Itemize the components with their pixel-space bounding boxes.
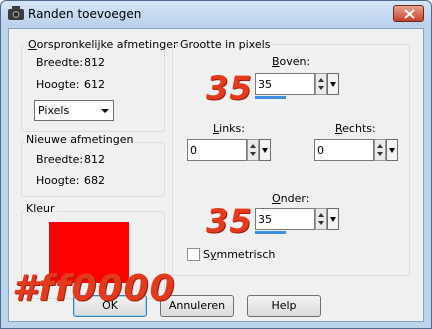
title-bar[interactable]: Randen toevoegen: [1, 1, 431, 27]
left-dropdown[interactable]: [259, 139, 271, 161]
bottom-slider-bar[interactable]: [255, 231, 286, 234]
original-width-label: Breedte:: [36, 56, 84, 69]
chevron-down-icon: [330, 217, 336, 222]
chevron-down-icon: [389, 148, 395, 153]
chevron-down-icon: [262, 148, 268, 153]
bottom-input[interactable]: 35: [255, 208, 315, 230]
top-slider-bar[interactable]: [255, 96, 286, 99]
window-title: Randen toevoegen: [28, 7, 142, 21]
close-button[interactable]: [393, 5, 424, 22]
bottom-dropdown[interactable]: [327, 208, 339, 230]
dialog-window: Randen toevoegen Oorspronkelijke afmetin…: [0, 0, 432, 329]
bottom-label: Onder:: [272, 192, 310, 205]
arrow-down-icon: [318, 221, 324, 225]
top-input-value: 35: [258, 78, 272, 91]
top-spinbox[interactable]: 35: [255, 73, 339, 99]
chevron-down-icon: [330, 82, 336, 87]
help-button[interactable]: Help: [247, 295, 321, 317]
top-label: Boven:: [272, 55, 311, 68]
new-width-label: Breedte:: [36, 153, 84, 166]
arrow-up-icon: [250, 144, 256, 148]
right-updown[interactable]: [374, 139, 386, 161]
new-size-title: Nieuwe afmetingen: [24, 133, 136, 146]
top-updown[interactable]: [315, 73, 327, 95]
arrow-down-icon: [250, 152, 256, 156]
right-dropdown[interactable]: [386, 139, 398, 161]
cancel-button-label: Annuleren: [168, 299, 226, 312]
right-input-value: 0: [317, 144, 324, 157]
original-height-value: 612: [84, 78, 105, 91]
arrow-down-icon: [318, 86, 324, 90]
symmetric-checkbox[interactable]: [187, 248, 200, 261]
bottom-updown[interactable]: [315, 208, 327, 230]
original-size-title-rest: orspronkelijke afmetingen: [36, 38, 180, 51]
camera-app-icon: [8, 6, 24, 20]
help-button-label: Help: [271, 299, 297, 312]
left-input-value: 0: [190, 144, 197, 157]
arrow-down-icon: [377, 152, 383, 156]
arrow-up-icon: [318, 213, 324, 217]
new-width-value: 812: [84, 153, 105, 166]
color-title: Kleur: [24, 202, 57, 215]
symmetric-label[interactable]: Symmetrisch: [203, 248, 275, 261]
left-label: Links:: [213, 122, 245, 135]
bottom-input-value: 35: [258, 213, 272, 226]
left-input[interactable]: 0: [187, 139, 247, 161]
original-height-label: Hoogte:: [36, 78, 80, 91]
top-annotation: 35: [206, 69, 253, 107]
close-x-icon: [404, 9, 415, 19]
bottom-spinbox[interactable]: 35: [255, 208, 339, 234]
original-width-value: 812: [84, 56, 105, 69]
right-input[interactable]: 0: [314, 139, 374, 161]
units-select-value: Pixels: [38, 104, 70, 117]
right-spinbox[interactable]: 0: [314, 139, 400, 161]
dialog-client-area: Oorspronkelijke afmetingen Breedte: 812 …: [8, 28, 424, 322]
right-label: Rechts:: [335, 122, 376, 135]
bottom-annotation: 35: [206, 202, 253, 240]
units-select[interactable]: Pixels: [34, 100, 114, 121]
original-size-title: Oorspronkelijke afmetingen: [26, 38, 182, 51]
new-height-value: 682: [84, 174, 105, 187]
arrow-up-icon: [318, 78, 324, 82]
border-size-title: Grootte in pixels: [178, 38, 273, 51]
arrow-up-icon: [377, 144, 383, 148]
top-input[interactable]: 35: [255, 73, 315, 95]
new-height-label: Hoogte:: [36, 174, 80, 187]
top-dropdown[interactable]: [327, 73, 339, 95]
left-spinbox[interactable]: 0: [187, 139, 273, 161]
new-size-group: [21, 142, 165, 197]
hex-annotation: #ff0000: [12, 268, 176, 309]
left-updown[interactable]: [247, 139, 259, 161]
chevron-down-icon: [101, 109, 109, 113]
